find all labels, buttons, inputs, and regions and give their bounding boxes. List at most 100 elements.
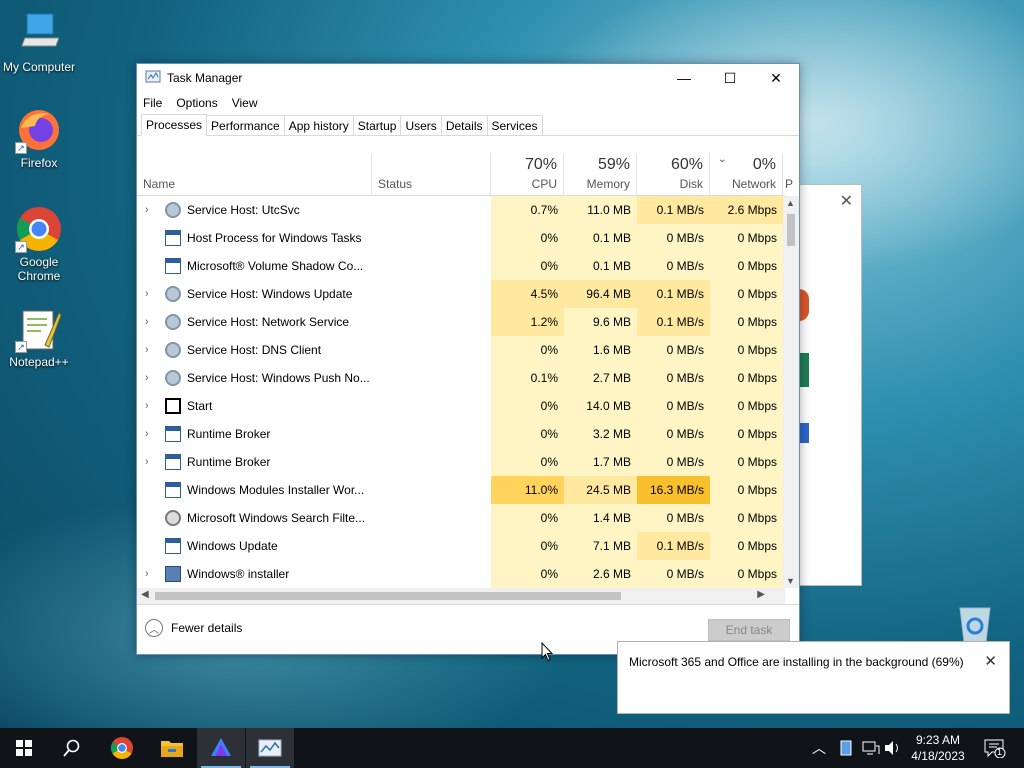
tray-installer[interactable] — [838, 728, 854, 768]
column-status[interactable]: Status — [372, 154, 491, 195]
process-name: Windows® installer — [187, 567, 290, 581]
menu-options[interactable]: Options — [176, 96, 217, 110]
tab-startup[interactable]: Startup — [352, 115, 402, 135]
scroll-left-icon[interactable]: ◀ — [141, 589, 149, 600]
maximize-button[interactable]: ☐ — [707, 64, 753, 92]
column-disk[interactable]: 60% Disk — [637, 154, 710, 195]
tab-performance[interactable]: Performance — [206, 115, 285, 135]
scroll-thumb[interactable] — [787, 214, 795, 246]
expand-chevron-icon[interactable]: › — [145, 316, 149, 328]
cpu-value: 0% — [491, 392, 564, 420]
vertical-scrollbar[interactable]: ▲ ▼ — [783, 196, 799, 588]
expand-chevron-icon[interactable]: › — [145, 428, 149, 440]
minimize-button[interactable]: — — [661, 64, 707, 92]
desktop-icon-firefox[interactable]: ↗ Firefox — [1, 106, 77, 170]
scroll-down-icon[interactable]: ▼ — [786, 576, 795, 586]
memory-value: 14.0 MB — [564, 392, 637, 420]
window-icon — [165, 258, 181, 274]
table-row[interactable]: Microsoft Windows Search Filte... 0% 1.4 M… — [137, 504, 785, 532]
column-name[interactable]: Name — [137, 154, 372, 195]
expand-chevron-icon[interactable]: › — [145, 400, 149, 412]
title-bar[interactable]: Task Manager — ☐ ✕ — [137, 64, 799, 92]
network-value: 0 Mbps — [710, 532, 783, 560]
table-row[interactable]: › Windows® installer 0% 2.6 MB 0 MB/s 0 Mbps — [137, 560, 785, 588]
process-name: Service Host: UtcSvc — [187, 203, 300, 217]
network-value: 0 Mbps — [710, 364, 783, 392]
table-row[interactable]: › Runtime Broker 0% 1.7 MB 0 MB/s 0 Mbps — [137, 448, 785, 476]
table-row[interactable]: › Service Host: Network Service 1.2% 9.6 MB… — [137, 308, 785, 336]
taskbar-task-manager[interactable] — [246, 728, 294, 768]
table-row[interactable]: › Service Host: Windows Push No... 0.1% 2.7… — [137, 364, 785, 392]
fewer-details-button[interactable]: ︿ Fewer details — [145, 619, 242, 637]
recycle-bin-icon[interactable] — [956, 604, 994, 644]
memory-value: 0.1 MB — [564, 252, 637, 280]
disk-value: 0.1 MB/s — [637, 196, 710, 224]
gear-icon — [165, 370, 181, 386]
table-row[interactable]: › Service Host: UtcSvc 0.7% 11.0 MB 0.1 MB/s… — [137, 196, 785, 224]
column-network[interactable]: ⌄ 0% Network — [710, 154, 783, 195]
scroll-thumb[interactable] — [155, 592, 621, 600]
tab-users[interactable]: Users — [400, 115, 442, 135]
desktop-icon-chrome[interactable]: ↗ Google Chrome — [1, 205, 77, 283]
tab-bar: Processes Performance App history Startu… — [137, 114, 799, 136]
column-cpu[interactable]: 70% CPU — [491, 154, 564, 195]
menu-view[interactable]: View — [232, 96, 258, 110]
expand-chevron-icon[interactable]: › — [145, 372, 149, 384]
table-row[interactable]: Windows Update 0% 7.1 MB 0.1 MB/s 0 Mbps — [137, 532, 785, 560]
table-row[interactable]: Host Process for Windows Tasks 0% 0.1 MB 0 … — [137, 224, 785, 252]
network-value: 0 Mbps — [710, 420, 783, 448]
scroll-right-icon[interactable]: ▶ — [757, 589, 765, 600]
close-icon[interactable]: ✕ — [984, 652, 997, 670]
show-hidden-icons-button[interactable]: ︿ — [812, 728, 826, 768]
cpu-value: 0% — [491, 336, 564, 364]
taskbar-app[interactable] — [197, 728, 245, 768]
table-row[interactable]: › Service Host: Windows Update 4.5% 96.4 MB… — [137, 280, 785, 308]
tab-processes[interactable]: Processes — [141, 114, 208, 136]
expand-chevron-icon[interactable]: › — [145, 344, 149, 356]
background-window-graphic — [799, 289, 809, 321]
horizontal-scrollbar[interactable]: ◀ ▶ — [137, 588, 785, 604]
end-task-button[interactable]: End task — [708, 619, 790, 641]
table-row[interactable]: Windows Modules Installer Wor... 11.0% 24.… — [137, 476, 785, 504]
table-row[interactable]: Microsoft® Volume Shadow Co... 0% 0.1 MB 0 … — [137, 252, 785, 280]
expand-chevron-icon[interactable]: › — [145, 288, 149, 300]
process-name: Microsoft Windows Search Filte... — [187, 511, 366, 525]
column-memory[interactable]: 59% Memory — [564, 154, 637, 195]
tab-app-history[interactable]: App history — [283, 115, 354, 135]
column-power[interactable]: P — [783, 154, 793, 195]
tray-volume[interactable] — [884, 728, 902, 768]
close-icon[interactable]: ✕ — [840, 191, 853, 211]
desktop-icon-label: Notepad++ — [9, 355, 69, 369]
cpu-value: 0% — [491, 532, 564, 560]
scroll-up-icon[interactable]: ▲ — [786, 198, 795, 208]
clock[interactable]: 9:23 AM 4/18/2023 — [904, 732, 972, 764]
network-value: 0 Mbps — [710, 560, 783, 588]
network-icon — [862, 741, 880, 755]
start-button[interactable] — [0, 728, 48, 768]
search-icon — [63, 739, 80, 757]
close-button[interactable]: ✕ — [753, 64, 799, 92]
expand-chevron-icon[interactable]: › — [145, 568, 149, 580]
tab-services[interactable]: Services — [486, 115, 543, 135]
process-name: Service Host: Network Service — [187, 315, 350, 329]
taskbar-file-explorer[interactable] — [148, 728, 196, 768]
table-row[interactable]: › Runtime Broker 0% 3.2 MB 0 MB/s 0 Mbps — [137, 420, 785, 448]
desktop-icon-notepadpp[interactable]: ↗ Notepad++ — [1, 305, 77, 369]
notification-toast[interactable]: Microsoft 365 and Office are installing … — [617, 641, 1010, 714]
tab-details[interactable]: Details — [440, 115, 488, 135]
chrome-icon — [111, 737, 133, 759]
expand-chevron-icon[interactable]: › — [145, 204, 149, 216]
taskbar-chrome[interactable] — [98, 728, 146, 768]
table-row[interactable]: › Service Host: DNS Client 0% 1.6 MB 0 MB/s 0… — [137, 336, 785, 364]
desktop-icon-my-computer[interactable]: My Computer — [1, 10, 77, 74]
search-button[interactable] — [48, 728, 96, 768]
menu-file[interactable]: File — [143, 96, 162, 110]
gear-icon — [165, 286, 181, 302]
table-row[interactable]: › Start 0% 14.0 MB 0 MB/s 0 Mbps — [137, 392, 785, 420]
action-center-button[interactable]: 1 — [984, 728, 1006, 768]
cpu-value: 11.0% — [491, 476, 564, 504]
disk-value: 0 MB/s — [637, 364, 710, 392]
tray-network[interactable] — [862, 728, 880, 768]
task-manager-window[interactable]: Task Manager — ☐ ✕ File Options View Pro… — [136, 63, 800, 655]
expand-chevron-icon[interactable]: › — [145, 456, 149, 468]
